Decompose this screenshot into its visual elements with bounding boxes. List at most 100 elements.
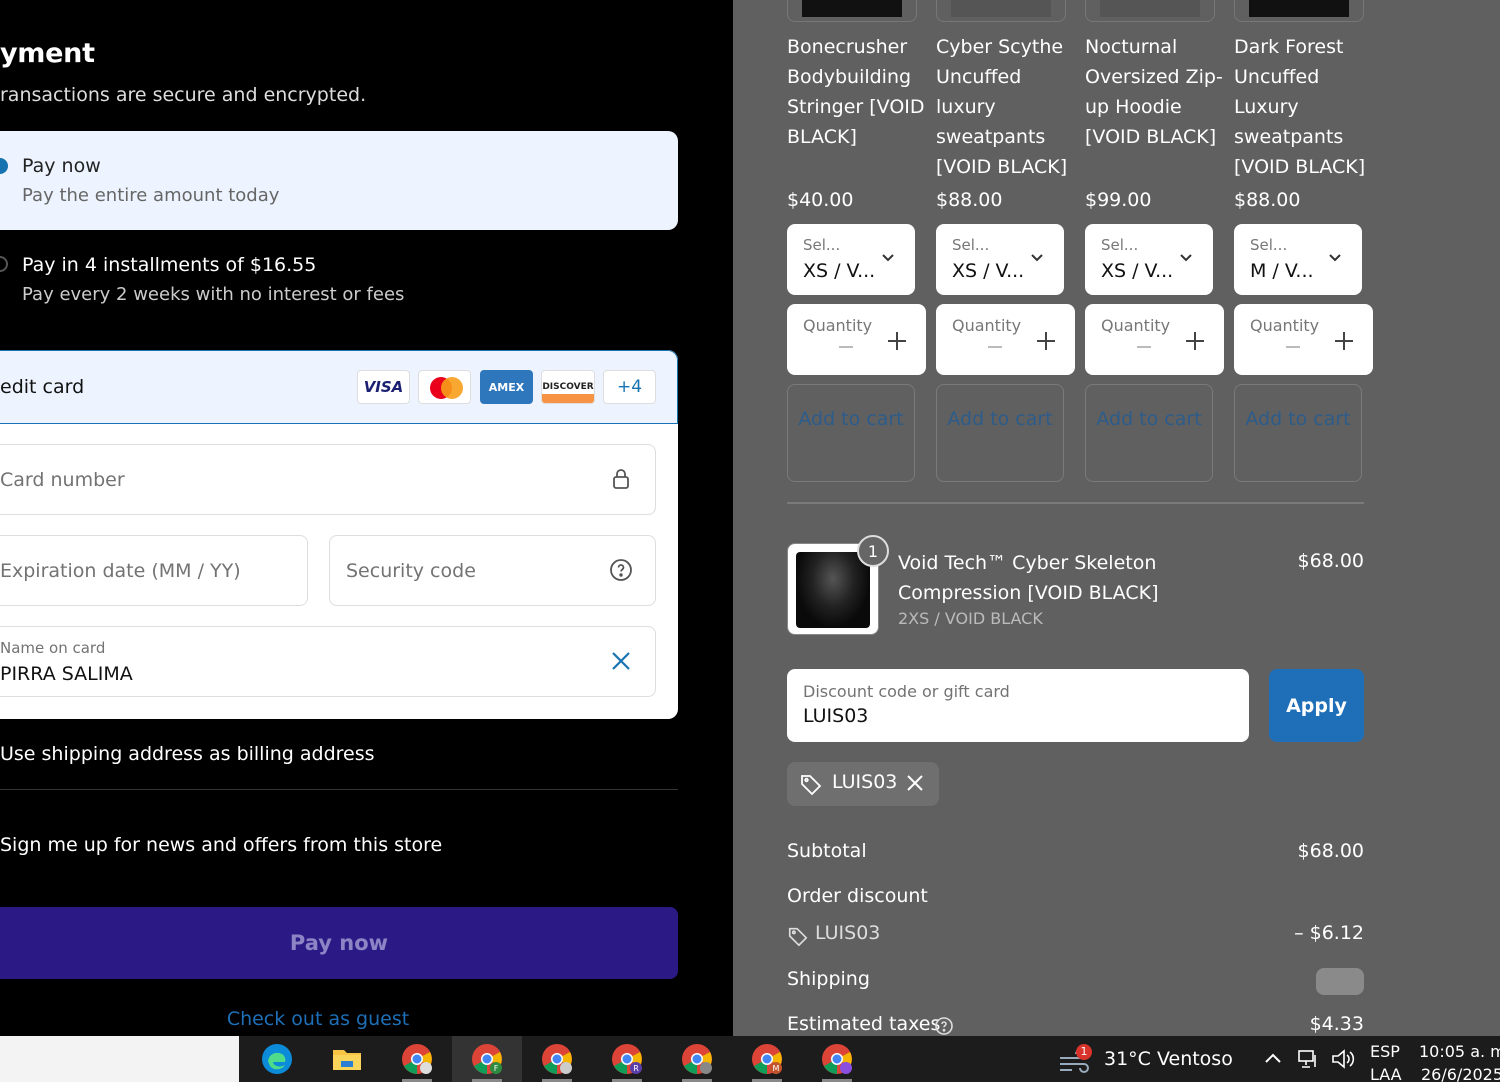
variant-select-value: XS / V... [952, 260, 1025, 282]
tag-icon [801, 775, 822, 796]
chevron-down-icon [1031, 254, 1043, 262]
clock-date[interactable]: 26/6/2025 [1421, 1065, 1500, 1082]
mastercard-logo [418, 370, 471, 404]
profile-letter: R [633, 1064, 639, 1073]
clock-time[interactable]: 10:05 a. m. [1419, 1042, 1500, 1061]
card-number-field[interactable]: Card number [0, 444, 656, 515]
minus-icon[interactable] [1286, 346, 1300, 348]
pay-now-button[interactable]: Pay now [0, 907, 678, 979]
payment-heading: yment [0, 38, 95, 69]
pay-now-option[interactable]: Pay now Pay the entire amount today [0, 131, 678, 230]
taskbar-search-box[interactable] [0, 1036, 239, 1082]
add-to-cart-button[interactable]: Add to cart [787, 384, 915, 482]
subtotal-row: Subtotal $68.00 [787, 840, 1364, 870]
product-thumbnail[interactable] [787, 0, 917, 22]
visa-logo: VISA [357, 370, 410, 404]
plus-icon[interactable] [1333, 330, 1355, 352]
discount-code-value: LUIS03 [803, 705, 869, 727]
quantity-label: Quantity [1101, 316, 1171, 335]
product-price: $40.00 [787, 189, 854, 211]
more-brands-badge: +4 [603, 370, 656, 404]
product-price: $88.00 [936, 189, 1003, 211]
product-thumbnail[interactable] [1234, 0, 1364, 22]
weather-text[interactable]: 31°C Ventoso [1104, 1048, 1233, 1070]
variant-select[interactable]: Sel... XS / V... [936, 224, 1064, 295]
product-thumbnail[interactable] [936, 0, 1066, 22]
file-explorer-icon[interactable] [312, 1036, 382, 1082]
clear-x-icon[interactable] [609, 649, 633, 673]
chevron-down-icon [1180, 254, 1192, 262]
checkout-as-guest-link[interactable]: Check out as guest [0, 1008, 636, 1030]
minus-icon[interactable] [839, 346, 853, 348]
apply-button[interactable]: Apply [1269, 669, 1364, 742]
language-code[interactable]: ESP [1370, 1042, 1400, 1061]
quantity-stepper[interactable]: Quantity [936, 304, 1075, 375]
variant-select[interactable]: Sel... M / V... [1234, 224, 1362, 295]
product-name[interactable]: Bonecrusher Bodybuilding Stringer [VOID … [787, 32, 927, 152]
remove-discount-icon[interactable] [905, 773, 925, 793]
variant-select[interactable]: Sel... XS / V... [1085, 224, 1213, 295]
pay-now-title: Pay now [22, 155, 101, 177]
add-to-cart-button[interactable]: Add to cart [936, 384, 1064, 482]
credit-card-option[interactable]: edit card VISA AMEX DISCOVER +4 [0, 350, 678, 424]
edge-icon[interactable] [242, 1036, 312, 1082]
security-code-field[interactable]: Security code [329, 535, 656, 606]
variant-select-label: Sel... [803, 236, 841, 254]
chrome-icon[interactable] [662, 1036, 732, 1082]
chrome-icon[interactable] [382, 1036, 452, 1082]
minus-icon[interactable] [1137, 346, 1151, 348]
plus-icon[interactable] [1184, 330, 1206, 352]
quantity-label: Quantity [952, 316, 1022, 335]
add-to-cart-button[interactable]: Add to cart [1085, 384, 1213, 482]
taxes-row: Estimated taxes $4.33 [787, 1013, 1364, 1036]
quantity-stepper[interactable]: Quantity [1234, 304, 1373, 375]
product-name[interactable]: Dark Forest Uncuffed Luxury sweatpants [… [1234, 32, 1374, 182]
plus-icon[interactable] [886, 330, 908, 352]
product-thumbnail[interactable] [1085, 0, 1215, 22]
product-name[interactable]: Nocturnal Oversized Zip-up Hoodie [VOID … [1085, 32, 1225, 152]
network-icon[interactable] [1296, 1047, 1320, 1071]
plus-icon[interactable] [1035, 330, 1057, 352]
chrome-icon[interactable] [522, 1036, 592, 1082]
add-to-cart-button[interactable]: Add to cart [1234, 384, 1362, 482]
applied-discount-code: LUIS03 [832, 771, 898, 793]
discount-code-field[interactable]: Discount code or gift card LUIS03 [787, 669, 1249, 742]
discount-amount: – $6.12 [1294, 922, 1364, 944]
product-name[interactable]: Cyber Scythe Uncuffed luxury sweatpants … [936, 32, 1076, 182]
keyboard-layout[interactable]: LAA [1370, 1065, 1402, 1082]
variant-select[interactable]: Sel... XS / V... [787, 224, 915, 295]
newsletter-checkbox[interactable]: Sign me up for news and offers from this… [0, 834, 442, 856]
tag-icon [788, 927, 808, 947]
taskbar: F R M 1 31°C Ventoso ESP LAA 10:05 a. m.… [0, 1036, 1500, 1082]
chevron-down-icon [882, 254, 894, 262]
line-item-name: Void Tech™ Cyber Skeleton Compression [V… [898, 552, 1159, 604]
pay-now-radio[interactable] [0, 158, 8, 174]
volume-icon[interactable] [1330, 1047, 1356, 1071]
chevron-up-icon[interactable] [1264, 1051, 1282, 1065]
pay-now-desc: Pay the entire amount today [22, 185, 280, 206]
quantity-stepper[interactable]: Quantity [787, 304, 926, 375]
chrome-icon[interactable]: R [592, 1036, 662, 1082]
order-discount-label: Order discount [787, 885, 928, 907]
payment-panel: yment ransactions are secure and encrypt… [0, 0, 733, 1036]
help-circle-icon[interactable] [609, 558, 633, 582]
billing-address-checkbox[interactable]: Use shipping address as billing address [0, 743, 375, 765]
chrome-icon[interactable] [802, 1036, 872, 1082]
chevron-down-icon [1329, 254, 1341, 262]
variant-select-value: M / V... [1250, 260, 1314, 282]
profile-letter: F [494, 1064, 499, 1073]
chrome-icon[interactable]: F [452, 1036, 522, 1082]
installments-option[interactable]: Pay in 4 installments of $16.55 Pay ever… [0, 240, 678, 320]
line-item-price: $68.00 [1297, 550, 1364, 572]
profile-letter: M [773, 1064, 780, 1073]
info-icon[interactable] [934, 1016, 954, 1036]
installments-radio[interactable] [0, 256, 8, 272]
name-on-card-field[interactable]: Name on card PIRRA SALIMA [0, 626, 656, 697]
applied-discount-chip: LUIS03 [787, 762, 939, 806]
amex-logo: AMEX [480, 370, 533, 404]
expiration-date-field[interactable]: Expiration date (MM / YY) [0, 535, 308, 606]
quantity-stepper[interactable]: Quantity [1085, 304, 1224, 375]
quantity-badge: 1 [857, 535, 889, 567]
chrome-icon[interactable]: M [732, 1036, 802, 1082]
minus-icon[interactable] [988, 346, 1002, 348]
